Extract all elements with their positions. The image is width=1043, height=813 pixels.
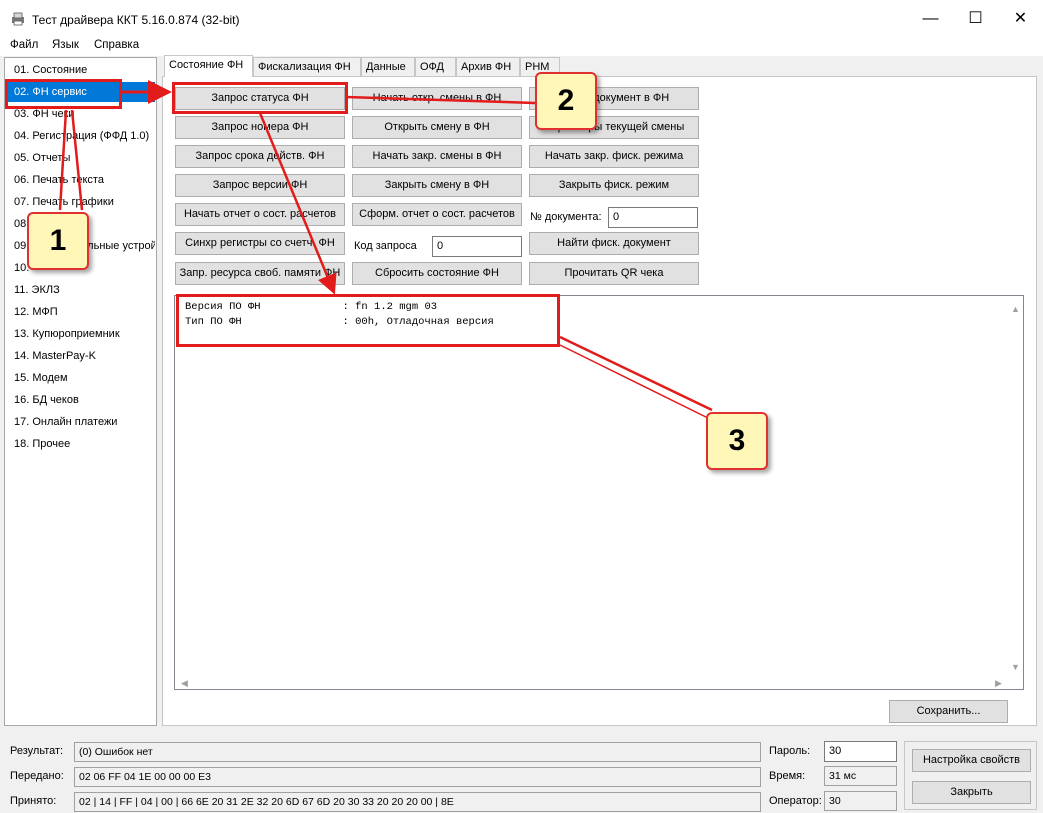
callout-3: 3: [706, 412, 768, 470]
highlight-status-button: [172, 82, 348, 114]
callout-1: 1: [27, 212, 89, 270]
highlight-output-lines: [176, 294, 560, 347]
annotation-arrows: [58, 80, 713, 421]
highlight-sidebar-item: [5, 79, 122, 109]
callout-2: 2: [535, 72, 597, 130]
